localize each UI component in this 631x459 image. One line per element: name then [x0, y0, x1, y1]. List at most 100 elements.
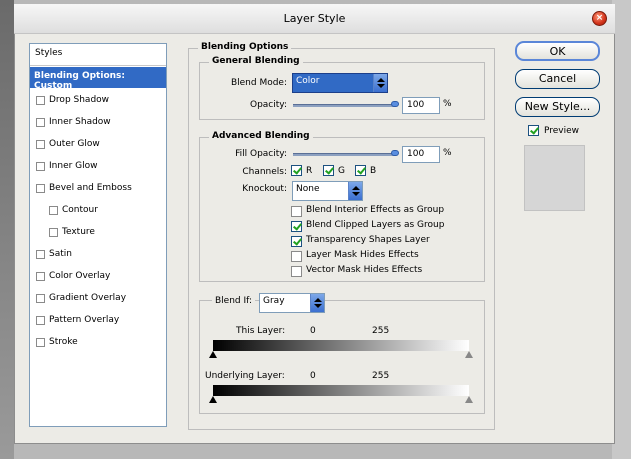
channel-b-checkbox[interactable] [355, 165, 366, 176]
blend-mode-label: Blend Mode: [230, 78, 287, 88]
window-title: Layer Style [283, 12, 346, 25]
styles-item-bevel-emboss[interactable]: Bevel and Emboss [30, 178, 166, 200]
styles-item-inner-shadow[interactable]: Inner Shadow [30, 112, 166, 134]
blend-interior-label: Blend Interior Effects as Group [306, 205, 445, 215]
styles-item-label: Pattern Overlay [49, 315, 120, 325]
opacity-label: Opacity: [250, 100, 287, 110]
drop-shadow-checkbox[interactable] [36, 96, 45, 105]
blend-clipped-checkbox[interactable] [291, 221, 302, 232]
contour-checkbox[interactable] [49, 206, 58, 215]
cancel-button[interactable]: Cancel [515, 69, 600, 89]
chevron-updown-icon [310, 294, 324, 312]
styles-item-drop-shadow[interactable]: Drop Shadow [30, 90, 166, 112]
blend-if-value: Gray [263, 296, 285, 306]
channel-g-checkbox[interactable] [323, 165, 334, 176]
styles-item-blending-options[interactable]: Blending Options: Custom [30, 67, 166, 91]
new-style-button[interactable]: New Style... [515, 97, 600, 117]
background-canvas-left [0, 0, 14, 459]
blend-mode-value: Color [296, 76, 320, 86]
styles-item-label: Color Overlay [49, 271, 111, 281]
styles-item-texture[interactable]: Texture [30, 222, 166, 244]
styles-item-pattern-overlay[interactable]: Pattern Overlay [30, 310, 166, 332]
advanced-blending-title: Advanced Blending [209, 131, 313, 141]
opacity-slider-thumb[interactable] [391, 101, 399, 107]
blending-options-title: Blending Options [198, 42, 292, 52]
this-layer-black-slider[interactable] [209, 351, 217, 358]
styles-item-inner-glow[interactable]: Inner Glow [30, 156, 166, 178]
knockout-label: Knockout: [242, 184, 287, 194]
blend-clipped-label: Blend Clipped Layers as Group [306, 220, 445, 230]
transparency-shapes-label: Transparency Shapes Layer [306, 235, 430, 245]
inner-shadow-checkbox[interactable] [36, 118, 45, 127]
blend-if-select[interactable]: Gray [259, 293, 325, 313]
texture-checkbox[interactable] [49, 228, 58, 237]
styles-item-label: Contour [62, 205, 98, 215]
inner-glow-checkbox[interactable] [36, 162, 45, 171]
outer-glow-checkbox[interactable] [36, 140, 45, 149]
ok-button[interactable]: OK [515, 41, 600, 61]
knockout-value: None [296, 184, 320, 194]
styles-item-gradient-overlay[interactable]: Gradient Overlay [30, 288, 166, 310]
chevron-updown-icon [373, 74, 387, 92]
channel-r-label: R [306, 166, 313, 176]
styles-item-label: Texture [62, 227, 95, 237]
channels-label: Channels: [242, 167, 287, 177]
fill-opacity-slider-track[interactable] [293, 153, 396, 156]
blend-if-group [199, 300, 485, 414]
channel-g-label: G [338, 166, 345, 176]
general-blending-title: General Blending [209, 56, 303, 66]
underlying-black-slider[interactable] [209, 396, 217, 403]
close-button[interactable]: × [592, 11, 607, 26]
bevel-emboss-checkbox[interactable] [36, 184, 45, 193]
channel-r-checkbox[interactable] [291, 165, 302, 176]
styles-item-label: Stroke [49, 337, 78, 347]
styles-header[interactable]: Styles [30, 44, 166, 66]
styles-item-label: Drop Shadow [49, 95, 110, 105]
styles-item-label: Outer Glow [49, 139, 100, 149]
pattern-overlay-checkbox[interactable] [36, 316, 45, 325]
color-overlay-checkbox[interactable] [36, 272, 45, 281]
this-layer-max: 255 [372, 326, 390, 336]
styles-item-label: Bevel and Emboss [49, 183, 132, 193]
blend-mode-select[interactable]: Color [292, 73, 388, 93]
channel-b-label: B [370, 166, 377, 176]
fill-opacity-percent: % [443, 148, 452, 158]
underlying-layer-label: Underlying Layer: [205, 371, 285, 381]
stroke-checkbox[interactable] [36, 338, 45, 347]
styles-item-contour[interactable]: Contour [30, 200, 166, 222]
styles-item-outer-glow[interactable]: Outer Glow [30, 134, 166, 156]
styles-item-label: Inner Shadow [49, 117, 111, 127]
opacity-slider-track[interactable] [293, 104, 396, 107]
transparency-shapes-checkbox[interactable] [291, 236, 302, 247]
opacity-input[interactable]: 100 [402, 97, 440, 114]
this-layer-label: This Layer: [236, 326, 286, 336]
blend-interior-checkbox[interactable] [291, 206, 302, 217]
styles-item-label: Inner Glow [49, 161, 98, 171]
styles-item-satin[interactable]: Satin [30, 244, 166, 266]
styles-item-color-overlay[interactable]: Color Overlay [30, 266, 166, 288]
knockout-select[interactable]: None [292, 181, 363, 201]
gradient-overlay-checkbox[interactable] [36, 294, 45, 303]
layer-mask-checkbox[interactable] [291, 251, 302, 262]
styles-item-label: Satin [49, 249, 72, 259]
preview-checkbox[interactable] [528, 125, 539, 136]
blend-if-label: Blend If: [212, 296, 256, 306]
underlying-layer-max: 255 [372, 371, 390, 381]
chevron-updown-icon [348, 182, 362, 200]
layer-mask-label: Layer Mask Hides Effects [306, 250, 419, 260]
style-preview-swatch [524, 145, 585, 211]
fill-opacity-slider-thumb[interactable] [391, 150, 399, 156]
underlying-layer-min: 0 [310, 371, 316, 381]
styles-item-stroke[interactable]: Stroke [30, 332, 166, 354]
this-layer-gradient [213, 340, 469, 351]
satin-checkbox[interactable] [36, 250, 45, 259]
this-layer-white-slider[interactable] [465, 351, 473, 358]
vector-mask-label: Vector Mask Hides Effects [306, 265, 423, 275]
opacity-percent: % [443, 99, 452, 109]
fill-opacity-label: Fill Opacity: [235, 149, 287, 159]
fill-opacity-input[interactable]: 100 [402, 146, 440, 163]
underlying-white-slider[interactable] [465, 396, 473, 403]
this-layer-min: 0 [310, 326, 316, 336]
styles-item-label: Gradient Overlay [49, 293, 127, 303]
vector-mask-checkbox[interactable] [291, 266, 302, 277]
